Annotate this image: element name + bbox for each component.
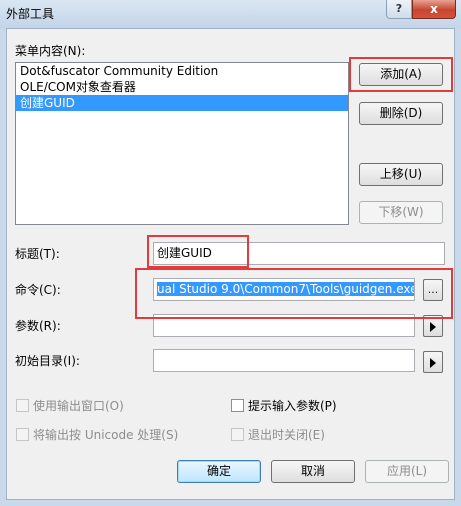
use-output-window-checkbox[interactable]: 使用输出窗口(O) [16, 397, 124, 414]
cancel-button[interactable]: 取消 [271, 460, 355, 483]
list-item[interactable]: OLE/COM对象查看器 [16, 79, 348, 95]
use-output-window-label: 使用输出窗口(O) [33, 399, 124, 413]
command-input[interactable]: ual Studio 9.0\Common7\Tools\guidgen.exe [153, 278, 415, 301]
close-on-exit-label: 退出时关闭(E) [248, 428, 325, 442]
help-button[interactable]: ? [386, 0, 412, 19]
menu-contents-label: 菜单内容(N): [15, 44, 86, 58]
command-field-label: 命令(C): [15, 283, 61, 297]
checkbox-icon [231, 428, 244, 441]
delete-button[interactable]: 删除(D) [359, 102, 443, 125]
list-item[interactable]: 创建GUID [16, 95, 348, 111]
args-input[interactable] [153, 314, 415, 337]
treat-unicode-checkbox[interactable]: 将输出按 Unicode 处理(S) [16, 426, 178, 443]
checkbox-icon [16, 399, 29, 412]
initdir-input[interactable] [153, 349, 415, 372]
list-item[interactable]: Dot&fuscator Community Edition [16, 63, 348, 79]
window-title: 外部工具 [6, 7, 55, 21]
apply-button[interactable]: 应用(L) [365, 460, 449, 483]
dialog-client-area: 菜单内容(N): Dot&fuscator Community Edition … [6, 28, 455, 500]
menu-contents-list[interactable]: Dot&fuscator Community Edition OLE/COM对象… [15, 62, 349, 225]
arrow-right-icon [430, 358, 436, 368]
args-menu-button[interactable] [423, 315, 443, 337]
title-bar: 外部工具 ? x [0, 0, 461, 28]
ok-button[interactable]: 确定 [177, 460, 261, 483]
command-selected-text: ual Studio 9.0\Common7\Tools\guidgen.exe [157, 282, 414, 296]
move-up-button[interactable]: 上移(U) [359, 163, 443, 186]
title-field-label: 标题(T): [15, 247, 60, 261]
initdir-menu-button[interactable] [423, 351, 443, 373]
title-input[interactable]: 创建GUID [153, 242, 445, 265]
prompt-for-args-label: 提示输入参数(P) [248, 399, 337, 413]
move-down-button[interactable]: 下移(W) [359, 201, 443, 224]
close-button[interactable]: x [412, 0, 456, 19]
prompt-for-args-checkbox[interactable]: 提示输入参数(P) [231, 397, 337, 414]
treat-unicode-label: 将输出按 Unicode 处理(S) [33, 428, 179, 442]
arrow-right-icon [430, 322, 436, 332]
add-button[interactable]: 添加(A) [359, 63, 443, 86]
checkbox-icon [231, 399, 244, 412]
args-field-label: 参数(R): [15, 319, 61, 333]
initdir-field-label: 初始目录(I): [15, 354, 80, 368]
checkbox-icon [16, 428, 29, 441]
close-on-exit-checkbox[interactable]: 退出时关闭(E) [231, 426, 325, 443]
browse-button[interactable]: ... [423, 279, 443, 301]
